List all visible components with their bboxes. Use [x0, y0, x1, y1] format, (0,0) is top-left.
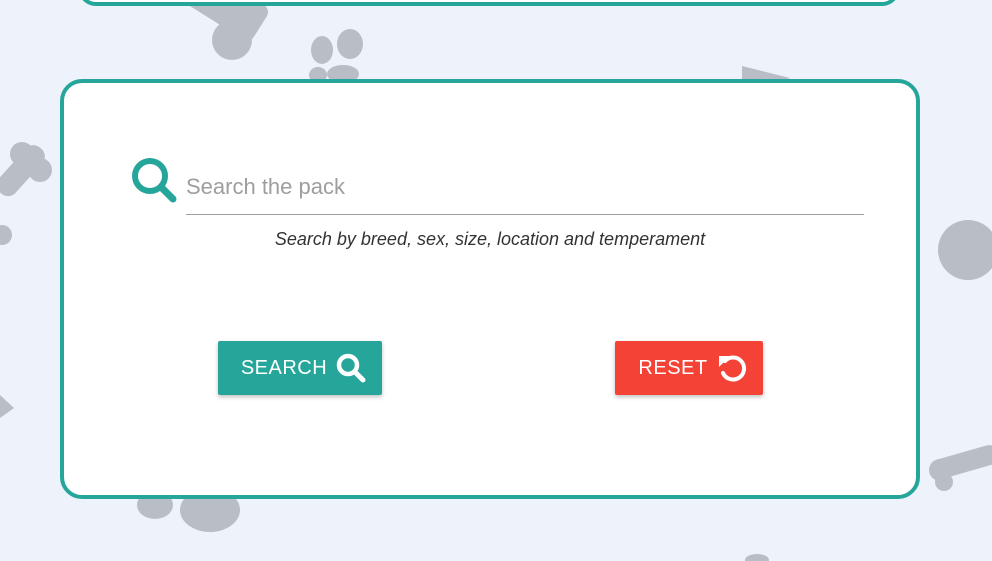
bone-right-decoration-icon — [929, 445, 992, 491]
search-helper-text: Search by breed, sex, size, location and… — [274, 229, 706, 249]
previous-card — [78, 0, 900, 6]
paw-decoration-icon — [309, 29, 363, 83]
undo-icon — [718, 355, 746, 382]
search-icon — [336, 353, 366, 383]
reset-button-label: RESET — [638, 356, 708, 379]
circle-decoration — [938, 220, 992, 280]
search-button[interactable]: SEARCH — [218, 341, 382, 395]
search-input[interactable] — [186, 159, 864, 215]
bone-decoration-icon — [168, 0, 268, 60]
search-button-label: SEARCH — [240, 356, 328, 379]
search-card: Search by breed, sex, size, location and… — [60, 79, 920, 499]
reset-button[interactable]: RESET — [615, 341, 763, 395]
search-icon — [132, 158, 177, 203]
page: Search by breed, sex, size, location and… — [0, 0, 992, 561]
bone-left-decoration-icon — [0, 142, 52, 245]
triangle-left-decoration — [0, 395, 14, 418]
shape-bottom-decoration — [745, 554, 769, 561]
